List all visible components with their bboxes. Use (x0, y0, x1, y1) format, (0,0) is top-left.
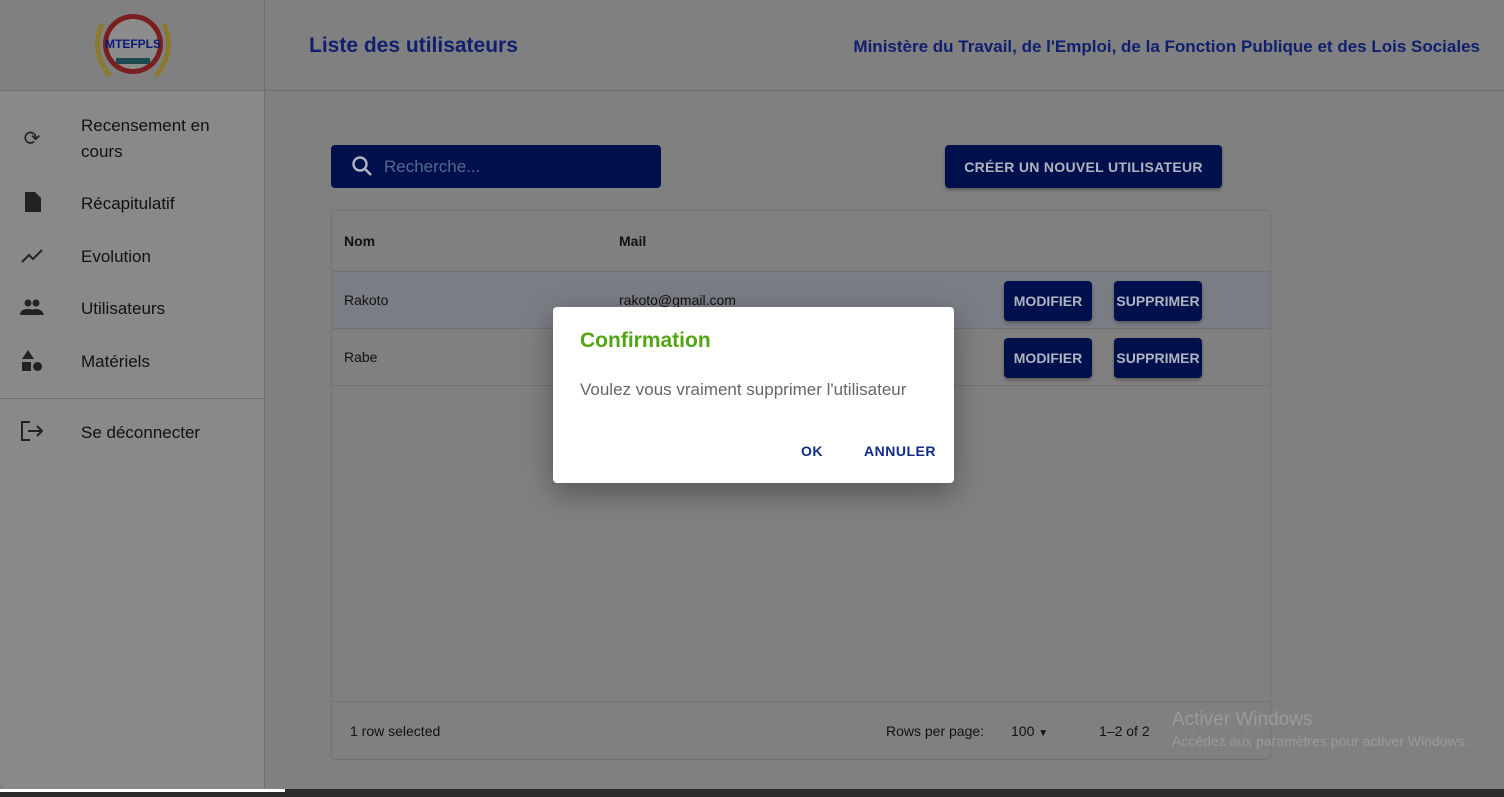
sidebar-item-materiels[interactable]: Matériels (0, 349, 265, 375)
table-footer: 1 row selected Rows per page: 100 ▼ 1–2 … (332, 701, 1270, 759)
delete-button[interactable]: SUPPRIMER (1114, 338, 1202, 378)
cancel-button[interactable]: ANNULER (864, 443, 936, 459)
header: Liste des utilisateurs Ministère du Trav… (265, 0, 1504, 91)
search-input[interactable] (384, 153, 644, 181)
cell-nom: Rakoto (344, 292, 389, 308)
dropdown-arrow-icon: ▼ (1038, 727, 1049, 739)
logo-area: MTEFPLS (0, 0, 265, 91)
people-icon (20, 297, 44, 321)
delete-button[interactable]: SUPPRIMER (1114, 281, 1202, 321)
users-table: Nom Mail Rakoto rakoto@gmail.com MODIFIE… (331, 210, 1271, 760)
search-icon (352, 156, 372, 176)
trending-icon (20, 245, 44, 269)
column-header-nom[interactable]: Nom (344, 233, 375, 249)
search-box[interactable] (331, 145, 661, 188)
windows-activation-watermark: Activer Windows Accédez aux paramètres p… (1172, 709, 1468, 749)
app-window: MTEFPLS Liste des utilisateurs Ministère… (0, 0, 1504, 789)
confirmation-dialog: Confirmation Voulez vous vraiment suppri… (553, 307, 954, 483)
page-title: Liste des utilisateurs (309, 34, 518, 57)
column-header-mail[interactable]: Mail (619, 233, 646, 249)
modify-button[interactable]: MODIFIER (1004, 338, 1092, 378)
rows-per-page-label: Rows per page: (886, 722, 985, 739)
sidebar-item-utilisateurs[interactable]: Utilisateurs (0, 296, 265, 322)
sidebar-divider (0, 398, 265, 399)
watermark-title: Activer Windows (1172, 709, 1313, 730)
sidebar-item-recapitulatif[interactable]: Récapitulatif (0, 191, 265, 217)
taskbar (0, 789, 1504, 797)
modify-button[interactable]: MODIFIER (1004, 281, 1092, 321)
ok-button[interactable]: OK (801, 443, 823, 459)
sidebar: ⟳ Recensement en cours Récapitulatif Evo… (0, 91, 265, 789)
sync-icon: ⟳ (23, 128, 41, 150)
sidebar-item-evolution[interactable]: Evolution (0, 244, 265, 270)
logout-icon (20, 421, 44, 445)
svg-text:MTEFPLS: MTEFPLS (105, 37, 161, 51)
table-header: Nom Mail (332, 211, 1270, 272)
selected-count: 1 row selected (350, 722, 441, 739)
ministry-logo: MTEFPLS (95, 14, 171, 78)
watermark-subtitle: Accédez aux paramètres pour activer Wind… (1172, 733, 1469, 749)
create-user-button[interactable]: CRÉER UN NOUVEL UTILISATEUR (945, 145, 1222, 188)
cell-mail: rakoto@gmail.com (619, 292, 736, 308)
rows-per-page-value: 100 (1011, 722, 1035, 739)
ministry-name: Ministère du Travail, de l'Emploi, de la… (853, 37, 1480, 56)
dialog-message: Voulez vous vraiment supprimer l'utilisa… (580, 380, 907, 399)
shapes-icon (20, 350, 44, 374)
cell-nom: Rabe (344, 349, 378, 365)
sidebar-item-recensement[interactable]: ⟳ Recensement en cours (0, 113, 265, 165)
rows-per-page-select[interactable]: 100 ▼ (1011, 723, 1048, 739)
dialog-title: Confirmation (580, 329, 711, 352)
logout-button[interactable]: Se déconnecter (0, 420, 265, 446)
pagination-range: 1–2 of 2 (1099, 722, 1150, 739)
document-icon (20, 192, 44, 216)
